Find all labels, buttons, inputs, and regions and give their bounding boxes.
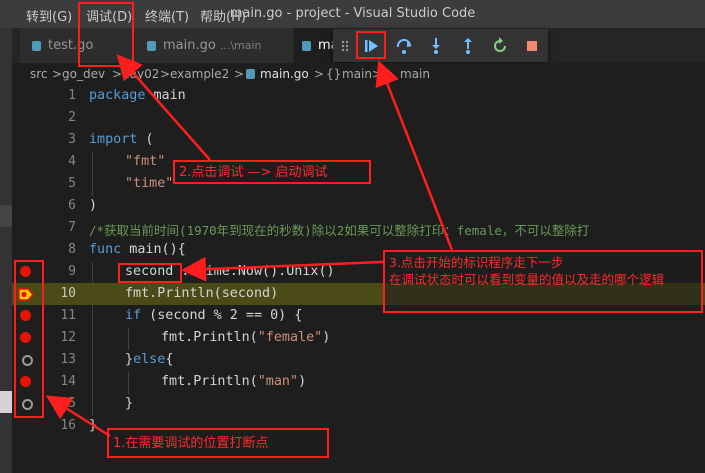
annotation-arrows [45, 54, 454, 438]
